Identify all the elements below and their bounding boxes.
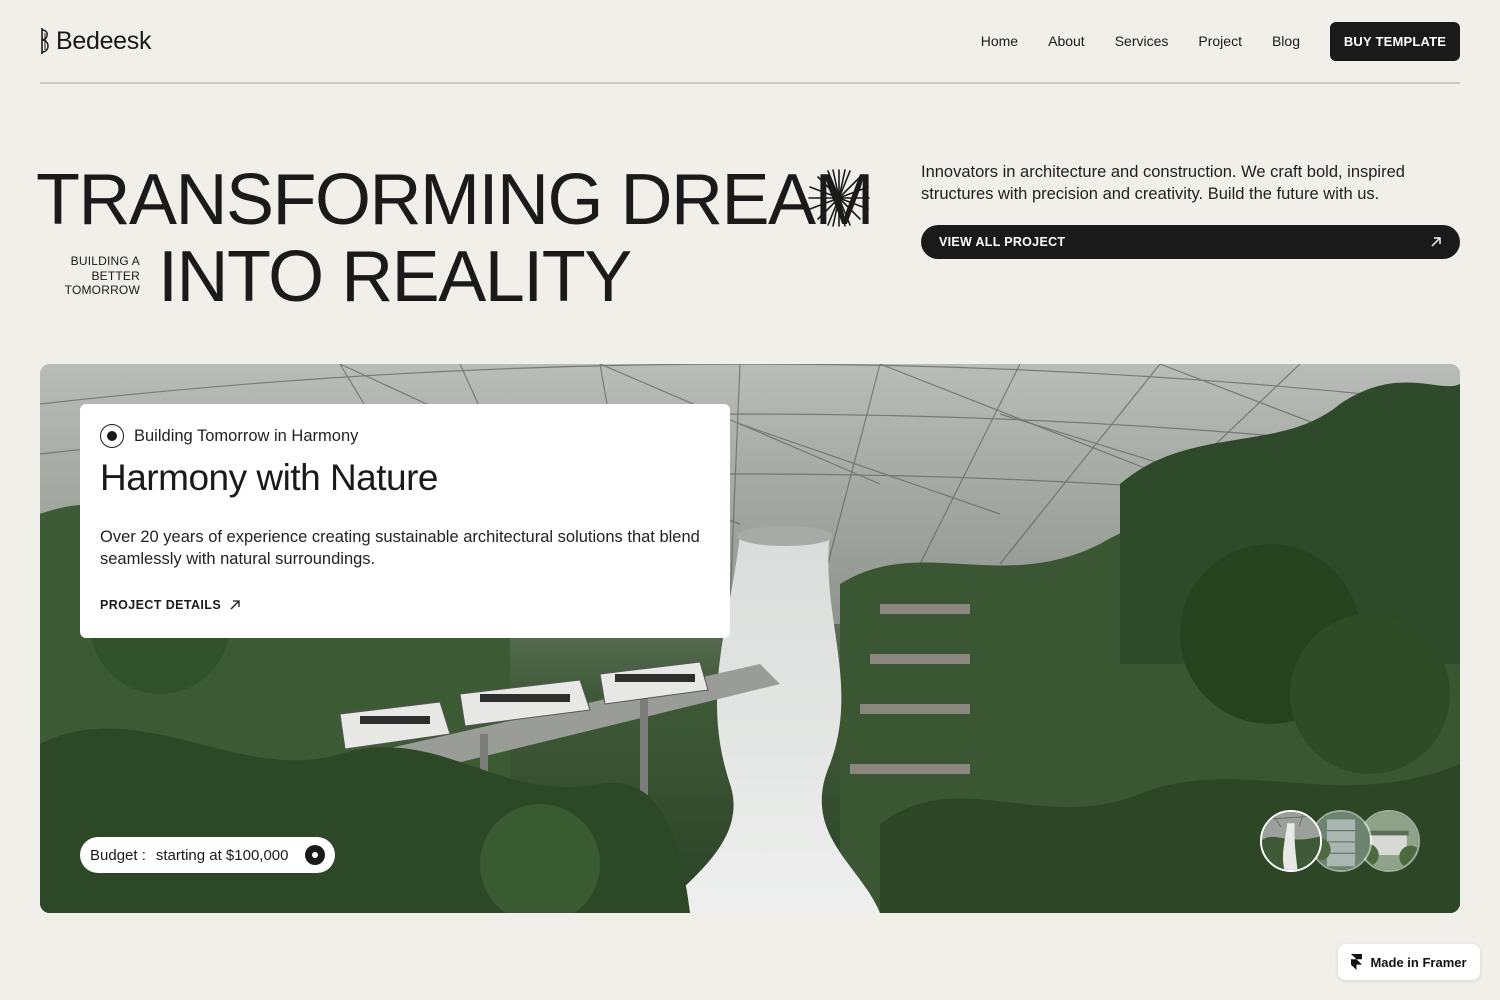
brand-name: Bedeesk bbox=[56, 26, 152, 55]
framer-icon bbox=[1351, 954, 1363, 970]
hero-intro-text: Innovators in architecture and construct… bbox=[921, 163, 1405, 203]
site-header: Bedeesk Home About Services Project Blog… bbox=[40, 0, 1460, 84]
card-title: Harmony with Nature bbox=[100, 457, 439, 498]
budget-value: starting at $100,000 bbox=[155, 846, 289, 864]
budget-pill: Budget : starting at $100,000 bbox=[80, 837, 335, 873]
card-eyebrow: Building Tomorrow in Harmony bbox=[100, 424, 710, 448]
made-in-framer-label: Made in Framer bbox=[1370, 954, 1467, 970]
hero-tagline-line: TOMORROW bbox=[64, 283, 140, 297]
view-all-project-label: VIEW ALL PROJECT bbox=[939, 235, 1066, 249]
nav-about-link[interactable]: About bbox=[1048, 33, 1085, 49]
nav-services-link[interactable]: Services bbox=[1115, 33, 1169, 49]
nav-project-link[interactable]: Project bbox=[1198, 33, 1242, 49]
card-eyebrow-text: Building Tomorrow in Harmony bbox=[134, 426, 359, 445]
arrow-up-right-icon bbox=[230, 600, 240, 610]
card-description: Over 20 years of experience creating sus… bbox=[100, 528, 700, 568]
project-info-card: Building Tomorrow in Harmony Harmony wit… bbox=[80, 404, 730, 638]
arrow-up-right-icon bbox=[1431, 237, 1441, 247]
hero-headline-line2: INTO REALITY bbox=[158, 237, 632, 317]
main-nav: Home About Services Project Blog BUY TEM… bbox=[981, 21, 1460, 61]
radio-dot-icon bbox=[100, 424, 124, 448]
bedeesk-logo-mark-icon bbox=[41, 28, 49, 54]
view-all-project-button[interactable]: VIEW ALL PROJECT bbox=[921, 225, 1460, 259]
nav-blog-link[interactable]: Blog bbox=[1272, 33, 1300, 49]
project-details-label: PROJECT DETAILS bbox=[100, 598, 222, 612]
project-thumbnails bbox=[1260, 810, 1422, 874]
starburst-icon bbox=[808, 169, 870, 227]
hero-tagline: BUILDING A BETTER TOMORROW bbox=[40, 254, 140, 298]
nav-home-link[interactable]: Home bbox=[981, 33, 1018, 49]
budget-label: Budget : bbox=[90, 846, 146, 864]
record-dot-icon bbox=[305, 845, 325, 865]
hero-headline-line1: TRANSFORMING DREAM bbox=[36, 160, 875, 240]
brand-logo[interactable]: Bedeesk bbox=[40, 26, 152, 56]
buy-template-button[interactable]: BUY TEMPLATE bbox=[1330, 21, 1460, 61]
thumbnail-waterfall-dome[interactable] bbox=[1260, 810, 1322, 872]
hero-tagline-line: BETTER bbox=[91, 268, 140, 283]
project-details-link[interactable]: PROJECT DETAILS bbox=[100, 598, 710, 612]
hero-tagline-line: BUILDING A bbox=[70, 254, 140, 268]
made-in-framer-badge[interactable]: Made in Framer bbox=[1338, 944, 1480, 980]
